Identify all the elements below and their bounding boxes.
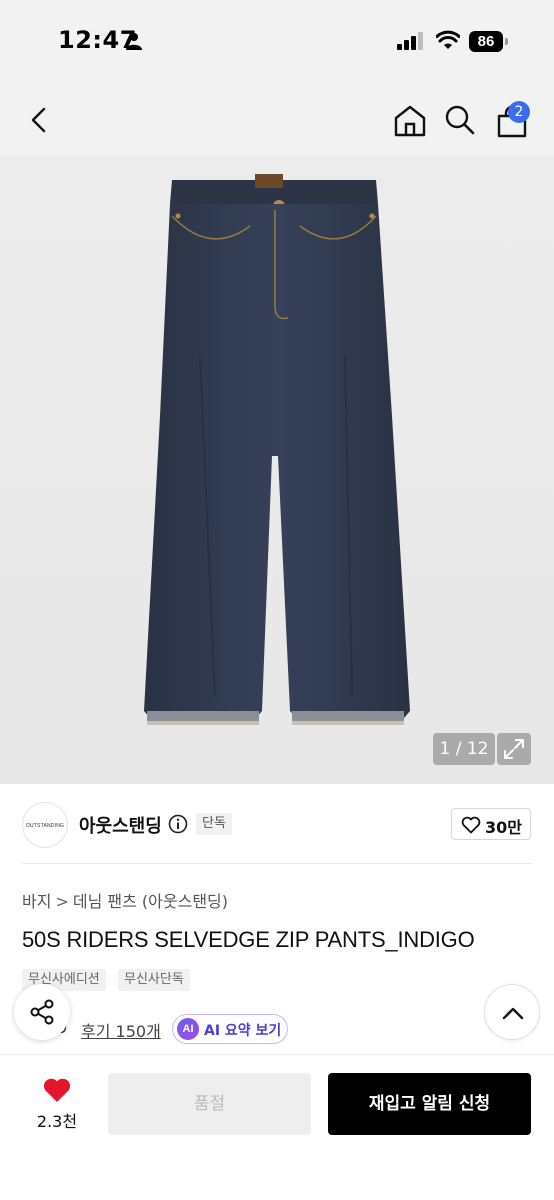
status-bar: 12:47 86 (0, 0, 554, 84)
wish-count: 2.3천 (36, 1112, 78, 1131)
chevron-up-icon (502, 1007, 524, 1020)
ai-summary-button[interactable]: AI AI 요약 보기 (172, 1014, 288, 1044)
brand-like-button[interactable]: 30만 (451, 808, 531, 840)
signal-icon (397, 32, 423, 50)
restock-alert-button[interactable]: 재입고 알림 신청 (328, 1073, 531, 1135)
heart-filled-icon[interactable] (42, 1076, 72, 1104)
product-image[interactable] (0, 156, 554, 784)
search-icon[interactable] (444, 104, 476, 136)
divider (22, 863, 532, 864)
breadcrumb: 바지 > 데님 팬츠 (아웃스탠딩) (22, 888, 228, 912)
soldout-button: 품절 (108, 1073, 311, 1135)
nav-bar (0, 84, 554, 156)
brand-name[interactable]: 아웃스탠딩 (79, 812, 162, 838)
brand-like-count: 30만 (485, 818, 522, 837)
cart-count-badge: 2 (508, 101, 530, 123)
breadcrumb-separator: > (55, 892, 69, 911)
breadcrumb-item-subcategory[interactable]: 데님 팬츠 (아웃스탠딩) (73, 888, 228, 912)
jeans-illustration (144, 174, 410, 725)
exclusive-badge: 단독 (196, 813, 232, 835)
product-tag-exclusive: 무신사단독 (118, 969, 190, 991)
image-counter: 1 / 12 (433, 733, 495, 765)
scroll-to-top-button[interactable] (484, 984, 540, 1040)
review-count-link[interactable]: 후기 150개 (81, 1018, 161, 1042)
share-button[interactable] (14, 984, 70, 1040)
expand-image-button[interactable] (497, 733, 531, 765)
ai-summary-label: AI 요약 보기 (204, 1023, 282, 1039)
ai-icon: AI (177, 1018, 199, 1040)
breadcrumb-item-category[interactable]: 바지 (22, 888, 51, 912)
info-icon[interactable] (168, 814, 188, 834)
product-title: 50S RIDERS SELVEDGE ZIP PANTS_INDIGO (22, 927, 475, 952)
battery-indicator: 86 (469, 31, 509, 52)
expand-icon (504, 739, 524, 759)
battery-tip (505, 38, 508, 45)
battery-level: 86 (469, 31, 503, 52)
share-icon (30, 999, 54, 1025)
wifi-icon (436, 30, 460, 49)
heart-outline-icon (461, 816, 481, 834)
home-icon[interactable] (393, 104, 427, 138)
brand-logo[interactable]: OUTSTANDING (22, 802, 68, 848)
person-icon (126, 33, 142, 50)
back-icon[interactable] (26, 106, 54, 134)
